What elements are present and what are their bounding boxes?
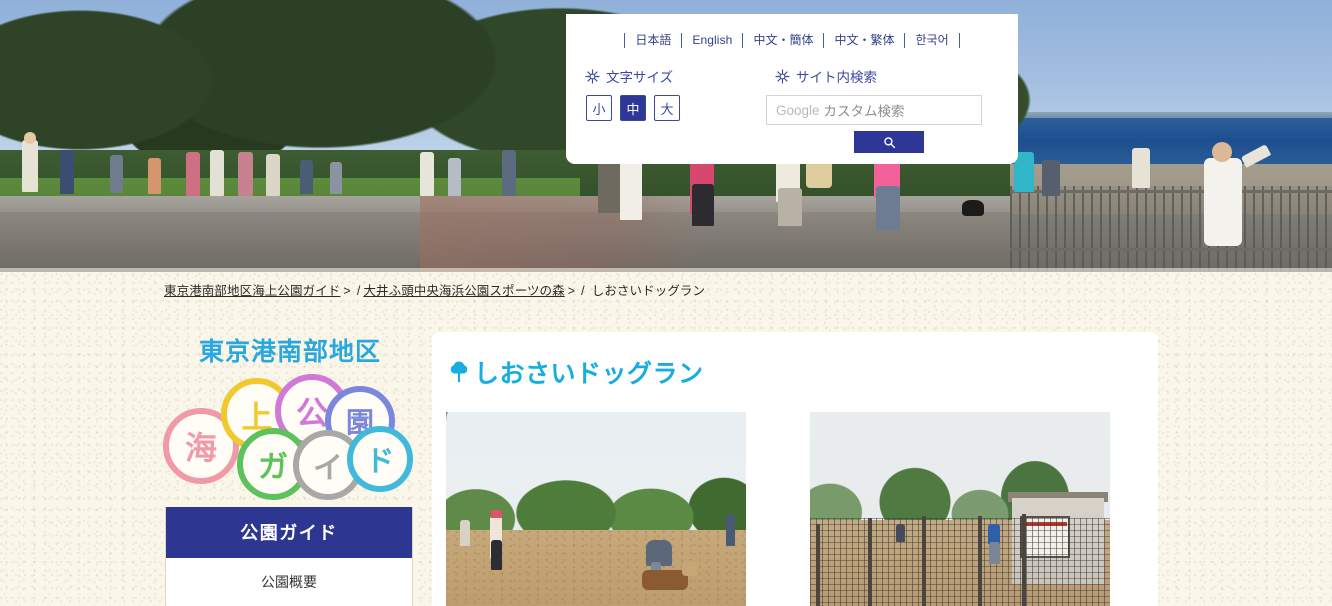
- photo-dog: [682, 562, 698, 576]
- search-icon: [883, 136, 895, 148]
- hero-person: [620, 158, 642, 220]
- language-option-ja[interactable]: 日本語: [625, 33, 681, 48]
- utility-panel: 日本語 English 中文・簡体 中文・繁体 한국어 文字サイズ 小 中 大 …: [566, 14, 1018, 164]
- hero-person: [1204, 158, 1242, 246]
- hero-person: [448, 158, 461, 196]
- breadcrumb-link-park[interactable]: 大井ふ頭中央海浜公園スポーツの森: [363, 284, 564, 298]
- language-option-ko[interactable]: 한국어: [905, 33, 958, 48]
- site-search-heading: サイト内検索: [766, 66, 1018, 86]
- hero-person: [238, 152, 253, 196]
- sidebar-item-park-overview[interactable]: 公園概要: [166, 558, 412, 606]
- hero-person: [210, 150, 224, 196]
- hero-person: [22, 140, 38, 192]
- photo-dog-run-field: [446, 412, 746, 606]
- language-divider: [958, 32, 960, 48]
- hero-fence-rail-bottom: [1010, 248, 1332, 251]
- flower-icon: [585, 69, 600, 83]
- flower-icon: [775, 69, 790, 83]
- hero-dog: [962, 200, 984, 216]
- hero-person: [420, 152, 434, 196]
- hero-person: [502, 150, 516, 196]
- fence-post: [922, 516, 926, 606]
- language-option-zh-cn[interactable]: 中文・簡体: [743, 33, 823, 48]
- hero-person: [1042, 160, 1060, 196]
- logo-bubble-do: ド: [347, 426, 413, 492]
- text-size-medium-button[interactable]: 中: [620, 95, 646, 121]
- hero-person: [692, 184, 714, 226]
- language-option-zh-tw[interactable]: 中文・繁体: [824, 33, 904, 48]
- photo-person: [491, 510, 502, 518]
- photo-person: [460, 520, 470, 546]
- breadcrumb: 東京港南部地区海上公園ガイド > / 大井ふ頭中央海浜公園スポーツの森 > / しおさいドッ…: [164, 280, 705, 299]
- language-switcher: 日本語 English 中文・簡体 中文・繁体 한국어: [566, 14, 1018, 54]
- hero-person: [110, 155, 123, 193]
- fence-post: [868, 518, 872, 606]
- page-title: しおさいドッグラン: [432, 332, 1158, 390]
- hero-person: [148, 158, 161, 194]
- hero-person: [778, 188, 802, 226]
- text-size-label: 文字サイズ: [606, 70, 674, 85]
- photo-gallery: [432, 390, 1158, 606]
- logo-title: 東京港南部地区: [198, 337, 381, 366]
- breadcrumb-slash: /: [581, 284, 585, 298]
- hero-person: [876, 186, 900, 230]
- hero-person: [60, 150, 74, 194]
- main-content-panel: しおさいドッグラン: [432, 332, 1158, 606]
- breadcrumb-slash: /: [356, 284, 361, 298]
- text-size-section: 文字サイズ 小 中 大: [566, 66, 766, 153]
- breadcrumb-separator: >: [567, 284, 576, 298]
- breadcrumb-current: しおさいドッグラン: [591, 284, 706, 298]
- photo-person: [491, 540, 502, 570]
- text-size-heading: 文字サイズ: [576, 66, 766, 86]
- search-placeholder-brand: Google: [776, 102, 820, 118]
- left-sidebar: 東京港南部地区 海 上 公 園 ガ イ ド 公園ガイド 公園概要: [155, 330, 425, 606]
- search-submit-button[interactable]: [854, 131, 924, 153]
- photo-dog-run-entrance: [810, 412, 1110, 606]
- hero-person: [330, 162, 342, 194]
- logo-bubbles: 海 上 公 園 ガ イ ド: [155, 368, 425, 500]
- hero-bottom-fade: [0, 268, 1332, 272]
- site-search-section: サイト内検索 Google カスタム検索: [766, 66, 1018, 153]
- breadcrumb-link-home[interactable]: 東京港南部地区海上公園ガイド: [164, 284, 340, 298]
- site-search-label: サイト内検索: [796, 70, 877, 85]
- text-size-small-button[interactable]: 小: [586, 95, 612, 121]
- fence-post: [816, 524, 820, 606]
- photo-person: [989, 542, 1000, 564]
- hero-person: [24, 132, 36, 144]
- site-logo[interactable]: 東京港南部地区 海 上 公 園 ガ イ ド: [155, 330, 425, 500]
- photo-person: [988, 524, 1000, 544]
- page-title-text: しおさいドッグラン: [474, 359, 704, 388]
- hero-person: [300, 160, 313, 194]
- park-guide-menu-header: 公園ガイド: [166, 507, 412, 558]
- search-placeholder-text: カスタム検索: [823, 104, 905, 119]
- hero-person: [1212, 142, 1232, 162]
- fence-post: [1022, 514, 1026, 606]
- hero-person: [1132, 148, 1150, 188]
- language-option-en[interactable]: English: [682, 33, 742, 48]
- hero-fence: [1010, 186, 1332, 272]
- hero-person: [266, 154, 280, 196]
- search-input[interactable]: Google カスタム検索: [766, 95, 982, 125]
- photo-dog: [642, 570, 688, 590]
- hero-ocean: [1000, 118, 1332, 164]
- photo-person: [896, 524, 905, 542]
- park-guide-menu: 公園ガイド 公園概要 施設案内図: [165, 507, 413, 606]
- breadcrumb-separator: >: [343, 284, 351, 298]
- fence-post: [978, 516, 982, 606]
- text-size-large-button[interactable]: 大: [654, 95, 680, 121]
- photo-person: [726, 514, 735, 546]
- text-size-buttons: 小 中 大: [576, 95, 766, 121]
- hero-person: [186, 152, 200, 196]
- tree-icon: [450, 361, 468, 383]
